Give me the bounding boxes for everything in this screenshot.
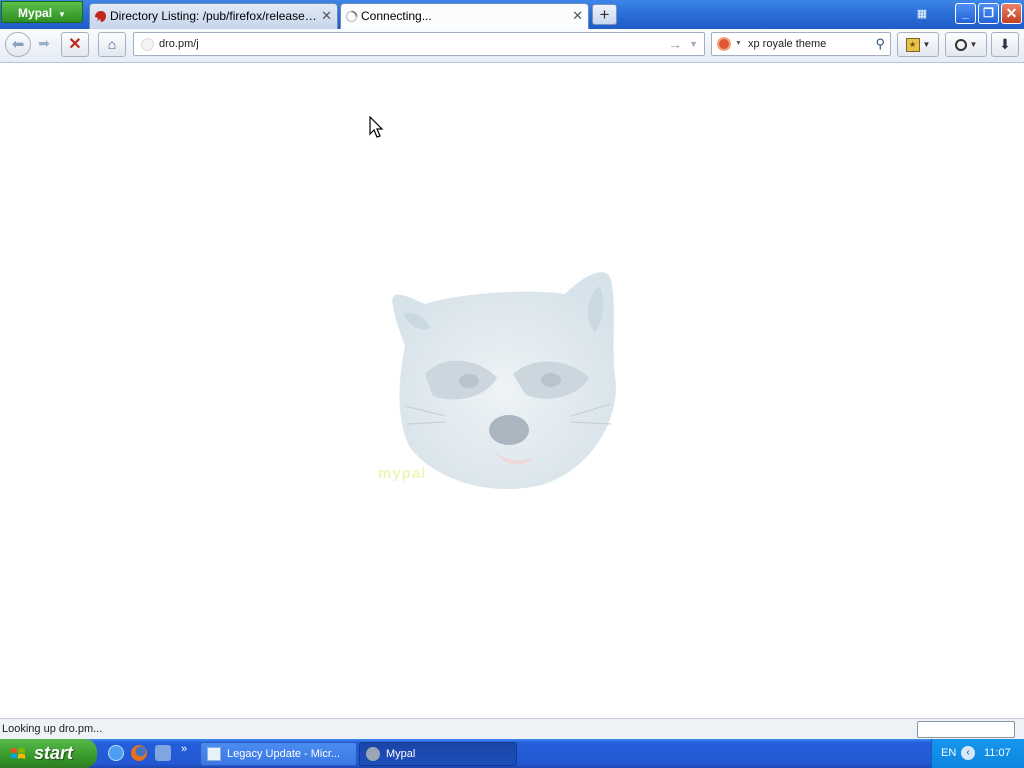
page-favicon-icon	[141, 38, 154, 51]
chevron-down-icon[interactable]: ▼	[735, 33, 742, 55]
minimize-button[interactable]: _	[955, 3, 976, 24]
bookmarks-menu-button[interactable]: ★ ▼	[897, 32, 939, 57]
bookmark-star-icon: ★	[905, 37, 920, 52]
history-menu-button[interactable]: ▼	[945, 32, 987, 57]
tab-label: Connecting...	[361, 9, 432, 23]
mouse-cursor-icon	[369, 116, 384, 138]
close-window-button[interactable]: ✕	[1001, 3, 1022, 24]
stop-button[interactable]: ✕	[61, 32, 89, 57]
new-tab-button[interactable]: +	[592, 4, 617, 25]
start-button[interactable]: start	[0, 739, 97, 768]
show-hidden-icons-chevron-icon[interactable]: ‹	[961, 746, 975, 760]
taskbar: start » Legacy Update - Micr... Mypal EN…	[0, 739, 1024, 768]
arrow-right-icon: ➡	[38, 35, 50, 51]
clock-icon	[954, 38, 967, 51]
downloads-button[interactable]: ⬇	[991, 32, 1019, 57]
ie-document-icon	[207, 747, 221, 761]
status-progress-panel	[917, 721, 1015, 738]
url-text[interactable]: dro.pm/j	[159, 33, 199, 55]
close-tab-icon[interactable]: ✕	[572, 4, 583, 28]
start-label: start	[34, 743, 74, 763]
status-text: Looking up dro.pm...	[2, 723, 103, 735]
mypal-icon	[366, 747, 380, 761]
taskbar-clock: 11:07	[984, 747, 1011, 759]
tab-label: Directory Listing: /pub/firefox/releases…	[110, 9, 317, 23]
quick-launch-more-icon[interactable]: »	[181, 743, 187, 755]
tab-connecting[interactable]: Connecting... ✕	[340, 3, 589, 30]
internet-explorer-icon[interactable]	[108, 745, 124, 761]
app-menu-label: Mypal	[18, 6, 53, 20]
search-bar[interactable]: ▼ xp royale theme ⚲	[711, 32, 891, 56]
magnifier-icon[interactable]: ⚲	[875, 33, 885, 55]
chevron-down-icon: ▼	[922, 40, 931, 50]
status-bar: Looking up dro.pm...	[0, 718, 1024, 740]
language-indicator[interactable]: EN	[941, 739, 956, 768]
app-menu-button[interactable]: Mypal ▼	[1, 1, 83, 23]
loading-spinner-icon	[345, 10, 358, 23]
firefox-ftp-favicon-icon	[95, 11, 106, 22]
system-tray: EN ‹ 11:07	[931, 739, 1024, 768]
taskbar-item-label: Mypal	[386, 748, 416, 760]
page-content: mypal	[0, 63, 1024, 718]
title-bar: Mypal ▼ Directory Listing: /pub/firefox/r…	[0, 0, 1024, 30]
arrow-left-icon: ⬅	[11, 36, 25, 53]
list-all-tabs-icon[interactable]: ▦	[913, 6, 931, 22]
taskbar-item-label: Legacy Update - Micr...	[227, 748, 341, 760]
taskbar-item-mypal[interactable]: Mypal	[359, 742, 517, 766]
tab-directory-listing[interactable]: Directory Listing: /pub/firefox/releases…	[89, 3, 338, 29]
web-browser-icon[interactable]	[155, 745, 171, 761]
home-icon: ⌂	[107, 36, 117, 52]
taskbar-item-legacy-update[interactable]: Legacy Update - Micr...	[200, 742, 357, 766]
back-button[interactable]: ⬅	[5, 32, 31, 57]
search-input[interactable]: xp royale theme	[748, 33, 826, 55]
maximize-button[interactable]: ❐	[978, 3, 999, 24]
duckduckgo-icon[interactable]	[717, 37, 731, 51]
mypal-watermark: mypal	[378, 465, 427, 482]
close-tab-icon[interactable]: ✕	[321, 4, 332, 28]
go-arrow-icon[interactable]: →	[668, 33, 682, 55]
home-button[interactable]: ⌂	[98, 32, 126, 57]
navigation-toolbar: ⬅ ➡ ✕ ⌂ dro.pm/j → ▼ ▼ xp royale theme ⚲…	[0, 29, 1024, 63]
download-arrow-icon: ⬇	[999, 36, 1011, 52]
forward-button[interactable]: ➡	[33, 32, 55, 57]
chevron-down-icon: ▼	[969, 40, 978, 50]
url-bar[interactable]: dro.pm/j → ▼	[133, 32, 705, 56]
firefox-icon[interactable]	[131, 745, 147, 761]
stop-x-icon: ✕	[68, 36, 82, 53]
windows-flag-icon	[11, 748, 25, 759]
mypal-raccoon-logo	[392, 272, 616, 490]
chevron-down-icon: ▼	[58, 10, 66, 19]
url-history-dropdown-icon[interactable]: ▼	[689, 33, 698, 55]
